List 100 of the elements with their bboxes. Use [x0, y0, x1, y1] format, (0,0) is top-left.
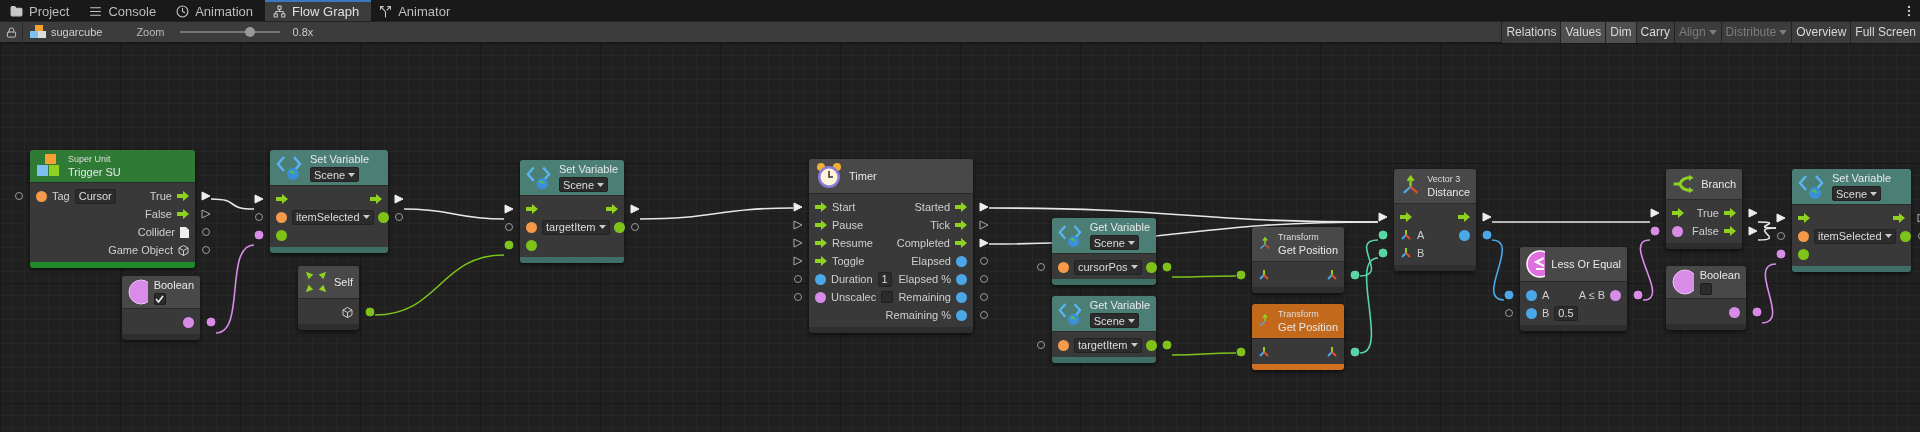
port-handle[interactable]: [14, 191, 24, 201]
connection-wire: [1171, 352, 1237, 356]
port-handle[interactable]: [1650, 226, 1660, 236]
port-handle[interactable]: [1036, 262, 1046, 272]
scope-dropdown[interactable]: Scene: [1089, 235, 1139, 250]
variable-dropdown[interactable]: targetItem: [1074, 337, 1142, 353]
tab[interactable]: Animation: [168, 0, 265, 21]
toolbar-button[interactable]: Values: [1560, 21, 1606, 43]
port-handle[interactable]: [979, 292, 989, 302]
scope-dropdown[interactable]: Scene: [310, 167, 360, 182]
arrow-icon: [815, 202, 827, 212]
port-handle[interactable]: [1162, 340, 1172, 350]
port-handle[interactable]: [1504, 308, 1514, 318]
variable-dropdown[interactable]: itemSelected: [292, 209, 374, 225]
arrow-icon: [1724, 226, 1736, 236]
axes-icon: [1258, 346, 1270, 358]
arrow-icon: [276, 194, 288, 204]
scope-dropdown[interactable]: Scene: [558, 177, 609, 192]
toolbar-button[interactable]: Dim: [1605, 21, 1636, 43]
port-label: Toggle: [832, 255, 865, 267]
toolbar-button[interactable]: Relations: [1501, 21, 1561, 43]
arrow-icon: [1893, 213, 1905, 223]
port-handle[interactable]: [979, 256, 989, 266]
checkbox[interactable]: [1699, 283, 1712, 295]
port-handle[interactable]: [1752, 307, 1762, 317]
port-handle[interactable]: [1504, 290, 1514, 300]
port-handle[interactable]: [793, 220, 803, 230]
port-handle[interactable]: [979, 220, 989, 230]
arrow-icon: [955, 220, 967, 230]
arrow-icon: [1672, 208, 1684, 218]
toolbar-button[interactable]: Full Screen: [1850, 21, 1920, 43]
port-handle[interactable]: [201, 227, 211, 237]
variable-dropdown[interactable]: itemSelected: [1814, 228, 1896, 244]
value-field[interactable]: 0.5: [1554, 305, 1578, 321]
port-label: Start: [832, 201, 856, 213]
arrow-icon: [1798, 213, 1810, 223]
value-field[interactable]: Cursor: [74, 188, 116, 204]
port-handle[interactable]: [793, 256, 803, 266]
port-handle[interactable]: [1350, 270, 1360, 280]
port-handle[interactable]: [793, 274, 803, 284]
arrow-icon: [1400, 212, 1412, 222]
scope-dropdown[interactable]: Scene: [1832, 186, 1882, 201]
tab[interactable]: Flow Graph: [265, 0, 372, 21]
checkbox[interactable]: [881, 291, 894, 303]
tab[interactable]: Animator: [371, 0, 463, 21]
value-field[interactable]: 1: [877, 271, 892, 287]
port-label: Pause: [832, 219, 864, 231]
port-handle[interactable]: [254, 230, 264, 240]
port-label: Duration: [831, 273, 873, 285]
caret-icon: [1884, 234, 1892, 238]
port-handle[interactable]: [1378, 230, 1388, 240]
node-title: Trigger SU: [68, 166, 121, 178]
port-handle[interactable]: [504, 222, 514, 232]
port-handle[interactable]: [630, 222, 640, 232]
port-handle[interactable]: [1776, 231, 1786, 241]
port-handle[interactable]: [793, 292, 803, 302]
tab[interactable]: Console: [81, 0, 169, 21]
port-handle[interactable]: [1350, 347, 1360, 357]
port-handle[interactable]: [1236, 347, 1246, 357]
port-handle[interactable]: [1236, 270, 1246, 280]
tab[interactable]: Project: [2, 0, 82, 21]
port-handle[interactable]: [1378, 248, 1388, 258]
clock-icon: [176, 5, 190, 18]
variable-dropdown[interactable]: cursorPos: [1074, 259, 1142, 275]
node-title: Less Or Equal: [1551, 258, 1621, 270]
port-handle[interactable]: [1482, 230, 1492, 240]
port-handle[interactable]: [1776, 249, 1786, 259]
port-handle[interactable]: [979, 310, 989, 320]
port-handle[interactable]: [979, 274, 989, 284]
cubes-icon: [29, 25, 47, 39]
port-handle[interactable]: [793, 238, 803, 248]
node-subtitle: Transform: [1278, 232, 1320, 242]
port-handle[interactable]: [206, 317, 216, 327]
lock-icon[interactable]: [5, 26, 17, 38]
slider-thumb[interactable]: [244, 27, 255, 37]
axes-icon: [1326, 269, 1338, 281]
scope-dropdown[interactable]: Scene: [1089, 313, 1139, 328]
port-label: Collider: [137, 226, 175, 238]
toolbar-button[interactable]: Overview: [1791, 21, 1851, 43]
node-title: Boolean: [1699, 269, 1740, 281]
node-title: Get Variable: [1089, 299, 1150, 311]
port-handle[interactable]: [254, 212, 264, 222]
port-handle[interactable]: [201, 209, 211, 219]
port-handle[interactable]: [1036, 340, 1046, 350]
arrow-icon: [177, 191, 189, 201]
port-label: Elapsed %: [898, 273, 951, 285]
port-handle[interactable]: [504, 240, 514, 250]
port-label: True: [1696, 207, 1719, 219]
arrow-icon: [815, 256, 827, 266]
node-title: Get Position: [1278, 321, 1338, 333]
variable-dropdown[interactable]: targetItem: [542, 219, 610, 235]
port-handle[interactable]: [365, 307, 375, 317]
port-handle[interactable]: [1633, 290, 1643, 300]
port-handle[interactable]: [1162, 262, 1172, 272]
port-handle[interactable]: [201, 245, 211, 255]
port-handle[interactable]: [394, 212, 404, 222]
port-label: False: [145, 208, 172, 220]
node-title: Branch: [1701, 178, 1736, 190]
checkbox[interactable]: [153, 293, 166, 305]
caret-icon: [597, 182, 605, 187]
